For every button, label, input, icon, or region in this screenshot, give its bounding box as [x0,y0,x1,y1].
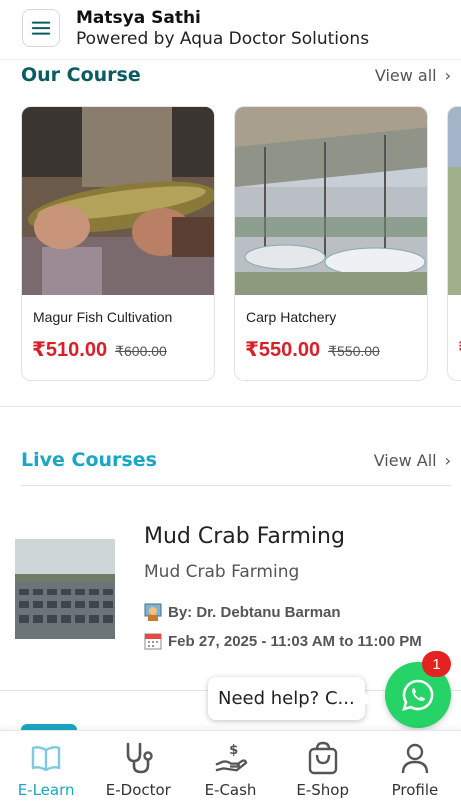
section-title-our-course: Our Course [21,64,141,86]
app-screen: Matsya Sathi Powered by Aqua Doctor Solu… [0,0,461,812]
help-text: Need help? C... [218,688,355,709]
nav-item-e-doctor[interactable]: E-Doctor [92,731,184,812]
live-course-card[interactable]: Mud Crab Farming Mud Crab Farming By: Dr… [0,500,461,690]
live-course-schedule: Feb 27, 2025 - 11:03 AM to 11:00 PM [144,632,422,650]
nav-label: E-Learn [17,781,75,799]
course-image [22,107,214,295]
nav-label: Profile [391,781,439,799]
view-all-courses-link[interactable]: View all › [375,66,451,85]
app-title: Matsya Sathi [76,8,201,28]
view-all-live-link[interactable]: View All › [374,451,451,470]
bottom-navigation: E-Learn E-Doctor $ E-Cash E-Shop Profile [0,730,461,812]
course-name: Magur Fish Cultivation [33,309,173,325]
live-course-title: Mud Crab Farming [144,524,345,549]
help-chat-bubble[interactable]: Need help? C... [208,677,372,720]
course-card[interactable]: Carp Hatchery ₹550.00 ₹550.00 [234,106,428,381]
live-course-subtitle: Mud Crab Farming [144,562,300,582]
app-subtitle: Powered by Aqua Doctor Solutions [76,29,370,49]
course-price-row: ₹550.00 ₹550.00 [245,337,380,362]
our-course-header: Our Course View all › [21,62,451,88]
nav-label: E-Doctor [105,781,171,799]
course-card-partial[interactable]: ₹ [447,106,461,381]
schedule-label: Feb 27, 2025 - 11:03 AM to 11:00 PM [168,632,422,650]
course-price: ₹510.00 [32,339,108,361]
live-header-underline [21,485,451,486]
course-image [448,107,461,295]
course-old-price: ₹550.00 [328,343,380,359]
shopping-bag-icon [306,741,340,775]
section-title-live-courses: Live Courses [21,449,157,471]
view-all-label: View all [374,65,437,85]
app-header: Matsya Sathi Powered by Aqua Doctor Solu… [0,0,461,60]
live-course-instructor: By: Dr. Debtanu Barman [144,603,341,621]
course-old-price: ₹600.00 [115,343,167,359]
book-icon [29,741,63,775]
stethoscope-icon [121,741,155,775]
chevron-right-icon: › [444,65,451,85]
nav-label: E-Cash [204,781,257,799]
whatsapp-icon [402,679,434,711]
teacher-icon [144,603,162,621]
menu-button[interactable] [22,9,60,47]
nav-item-e-cash[interactable]: $ E-Cash [184,731,276,812]
notification-badge: 1 [422,651,451,677]
user-icon [398,741,432,775]
nav-item-e-shop[interactable]: E-Shop [277,731,369,812]
course-carousel[interactable]: Magur Fish Cultivation ₹510.00 ₹600.00 C… [21,106,461,382]
nav-label: E-Shop [296,781,350,799]
section-divider [0,406,461,407]
course-card[interactable]: Magur Fish Cultivation ₹510.00 ₹600.00 [21,106,215,381]
chevron-right-icon: › [444,450,451,470]
nav-item-e-learn[interactable]: E-Learn [0,731,92,812]
course-price-row: ₹510.00 ₹600.00 [32,337,167,362]
calendar-icon [144,633,162,650]
live-courses-header: Live Courses View All › [21,447,451,473]
view-all-label: View All [373,450,437,470]
course-price: ₹550.00 [245,339,321,361]
course-name: Carp Hatchery [246,309,337,325]
svg-text:$: $ [229,743,238,758]
hamburger-icon [31,21,51,35]
cash-hand-icon: $ [214,741,248,775]
nav-item-profile[interactable]: Profile [369,731,461,812]
live-course-thumbnail [15,539,115,639]
course-image [235,107,427,295]
instructor-label: By: Dr. Debtanu Barman [168,603,341,621]
